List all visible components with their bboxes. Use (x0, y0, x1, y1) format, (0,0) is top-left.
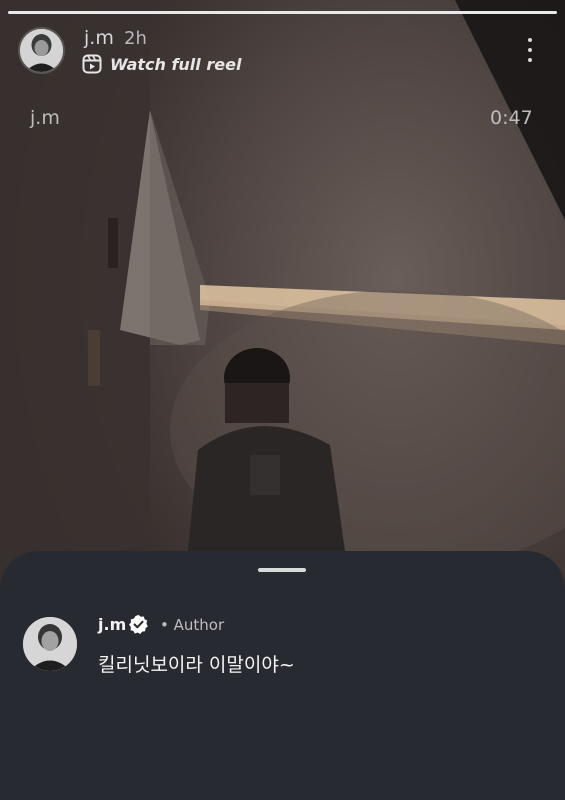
author-tag: • Author (160, 616, 225, 634)
story-author-avatar[interactable] (18, 27, 65, 74)
story-timestamp: 2h (124, 28, 147, 49)
video-overlay-duration: 0:47 (490, 107, 533, 129)
more-vertical-icon (528, 38, 532, 42)
watch-full-reel-label: Watch full reel (110, 54, 242, 74)
reel-icon (82, 54, 102, 74)
comment-text: 킬리닛보이라 이말이야~ (98, 654, 295, 676)
story-progress-bar (8, 11, 557, 14)
story-author-username[interactable]: j.m (84, 27, 114, 49)
story-viewer: j.m 2h Watch full reel j.m 0:47 j.m • Au… (0, 0, 565, 800)
story-progress-fill (8, 11, 557, 14)
more-vertical-icon-dot (528, 58, 532, 62)
verified-badge-icon (129, 614, 148, 634)
avatar-portrait (23, 617, 77, 671)
avatar-portrait (20, 29, 63, 72)
sheet-drag-handle[interactable] (258, 568, 306, 572)
video-overlay-username: j.m (30, 107, 60, 129)
comments-bottom-sheet: j.m • Author 킬리닛보이라 이말이야~ (0, 551, 565, 800)
comment-author-avatar[interactable] (23, 617, 77, 671)
more-options-button[interactable] (519, 36, 541, 64)
watch-full-reel-link[interactable]: Watch full reel (82, 54, 241, 74)
comment-username[interactable]: j.m (98, 615, 126, 634)
more-vertical-icon-dot (528, 48, 532, 52)
